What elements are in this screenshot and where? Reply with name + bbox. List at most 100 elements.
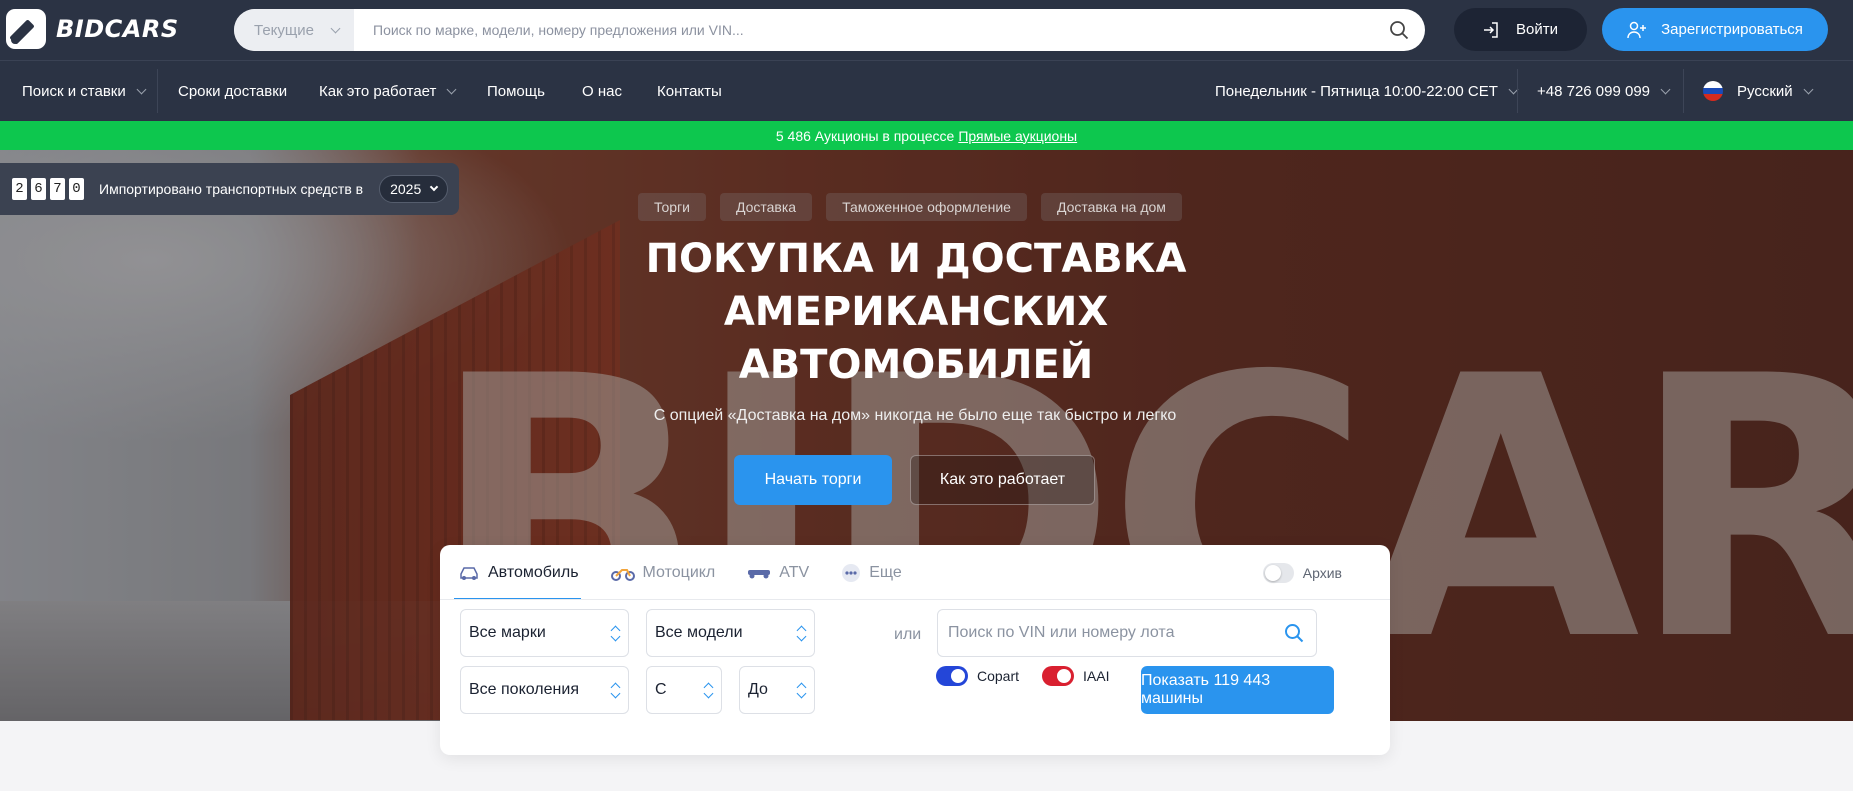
chevron-down-icon: [1803, 84, 1814, 94]
working-hours[interactable]: Понедельник - Пятница 10:00-22:00 CET: [1215, 61, 1519, 121]
chevron-down-icon: [430, 182, 439, 192]
vin-input[interactable]: [948, 624, 1284, 642]
phone-selector[interactable]: +48 726 099 099: [1537, 61, 1671, 121]
logo-icon: [6, 9, 46, 49]
search-scope-select[interactable]: Текущие: [234, 9, 354, 51]
nav-label: Как это работает: [319, 82, 437, 100]
nav-help[interactable]: Помощь: [487, 61, 545, 121]
nav-label: Сроки доставки: [178, 82, 288, 100]
tag-bidding[interactable]: Торги: [638, 193, 706, 221]
nav-about[interactable]: О нас: [582, 61, 622, 121]
year-from-select[interactable]: С: [646, 666, 722, 714]
motorcycle-icon: [610, 568, 635, 581]
flag-ru-icon: [1703, 81, 1723, 101]
generation-value: Все поколения: [469, 681, 579, 698]
tab-car[interactable]: Автомобиль: [454, 545, 581, 600]
login-icon: [1484, 21, 1498, 38]
search-button[interactable]: [1373, 9, 1425, 51]
register-button[interactable]: Зарегистрироваться: [1602, 8, 1828, 51]
make-value: Все марки: [469, 624, 546, 641]
start-bidding-button[interactable]: Начать торги: [734, 455, 892, 505]
brand-name: BIDCARS: [56, 15, 179, 43]
how-it-works-button[interactable]: Как это работает: [910, 455, 1095, 505]
iaai-switch[interactable]: [1042, 666, 1074, 686]
year-from-value: С: [655, 681, 667, 698]
archive-toggle[interactable]: Архив: [1262, 563, 1342, 583]
chevron-down-icon: [1660, 84, 1671, 94]
top-bar: BIDCARS Текущие Войти Зарегистрироваться: [0, 0, 1853, 60]
copart-switch[interactable]: [936, 666, 968, 686]
model-select[interactable]: Все модели: [646, 609, 815, 657]
tab-label: ATV: [779, 563, 810, 581]
updown-icon: [610, 682, 620, 700]
global-search: Текущие: [234, 9, 1425, 51]
vin-search: [937, 609, 1317, 657]
service-tags: Торги Доставка Таможенное оформление Дос…: [638, 193, 1182, 221]
nav-label: Контакты: [657, 82, 722, 100]
search-icon: [1390, 21, 1409, 40]
main-nav: Поиск и ставки Сроки доставки Как это ра…: [0, 60, 1853, 121]
hero-title: ПОКУПКА И ДОСТАВКА АМЕРИКАНСКИХ АВТОМОБИ…: [645, 236, 1187, 388]
nav-how-it-works[interactable]: Как это работает: [319, 61, 457, 121]
chevron-down-icon: [330, 23, 341, 33]
chevron-down-icon: [446, 84, 457, 94]
iaai-label: IAAI: [1083, 668, 1110, 684]
make-select[interactable]: Все марки: [460, 609, 629, 657]
show-results-button[interactable]: Показать 119 443 машины: [1141, 666, 1334, 714]
year-value: 2025: [390, 181, 422, 197]
vehicle-type-tabs: Автомобиль Мотоцикл ATV Еще: [454, 545, 932, 600]
archive-label: Архив: [1302, 565, 1342, 581]
login-button[interactable]: Войти: [1454, 8, 1587, 51]
archive-switch[interactable]: [1262, 563, 1294, 583]
updown-icon: [796, 625, 806, 643]
counter-digit: 0: [69, 178, 84, 200]
live-auctions-link[interactable]: Прямые аукционы: [958, 128, 1077, 144]
tab-motorcycle[interactable]: Мотоцикл: [609, 545, 716, 600]
phone-label: +48 726 099 099: [1537, 82, 1651, 100]
search-input[interactable]: [354, 9, 1373, 51]
generation-select[interactable]: Все поколения: [460, 666, 629, 714]
tab-more[interactable]: Еще: [839, 545, 902, 600]
year-to-value: До: [748, 681, 768, 698]
nav-contacts[interactable]: Контакты: [657, 61, 722, 121]
iaai-toggle[interactable]: IAAI: [1042, 666, 1109, 686]
counter-digit: 6: [31, 178, 46, 200]
vehicle-finder: Автомобиль Мотоцикл ATV Еще Архив Все ма…: [440, 545, 1390, 755]
nav-label: О нас: [582, 82, 622, 100]
counter-label: Импортировано транспортных средств в: [99, 181, 364, 197]
language-selector[interactable]: Русский: [1703, 61, 1814, 121]
nav-search-bids[interactable]: Поиск и ставки: [22, 61, 147, 121]
tab-atv[interactable]: ATV: [745, 545, 809, 600]
live-auctions-count: 5 486 Аукционы в процессе: [775, 127, 955, 144]
counter-digit: 2: [12, 178, 27, 200]
imported-counter: 2 6 7 0 Импортировано транспортных средс…: [0, 163, 459, 215]
divider: [1683, 69, 1684, 113]
tabs-divider: [440, 599, 1390, 600]
year-select[interactable]: 2025: [379, 175, 449, 203]
hours-label: Понедельник - Пятница 10:00-22:00 CET: [1215, 82, 1498, 100]
hero-subtitle: С опцией «Доставка на дом» никогда не бы…: [653, 407, 1177, 424]
copart-toggle[interactable]: Copart: [936, 666, 1019, 686]
tag-customs[interactable]: Таможенное оформление: [826, 193, 1027, 221]
copart-label: Copart: [977, 668, 1020, 684]
more-icon: [842, 563, 861, 582]
year-to-select[interactable]: До: [739, 666, 815, 714]
tab-label: Еще: [869, 563, 902, 581]
model-value: Все модели: [655, 624, 743, 641]
login-label: Войти: [1516, 21, 1558, 38]
chevron-down-icon: [136, 84, 147, 94]
logo[interactable]: BIDCARS: [6, 9, 179, 49]
tag-home-delivery[interactable]: Доставка на дом: [1040, 193, 1182, 221]
car-icon: [460, 566, 478, 580]
or-label: или: [894, 626, 922, 643]
search-icon[interactable]: [1284, 623, 1304, 643]
tab-label: Мотоцикл: [642, 563, 716, 581]
tab-label: Автомобиль: [488, 563, 579, 581]
divider: [157, 69, 158, 113]
search-scope-value: Текущие: [254, 21, 314, 39]
register-label: Зарегистрироваться: [1661, 21, 1803, 38]
nav-delivery-times[interactable]: Сроки доставки: [178, 61, 287, 121]
live-auctions-bar: 5 486 Аукционы в процессе Прямые аукцион…: [0, 121, 1853, 150]
counter-digit: 7: [50, 178, 65, 200]
tag-delivery[interactable]: Доставка: [719, 193, 813, 221]
